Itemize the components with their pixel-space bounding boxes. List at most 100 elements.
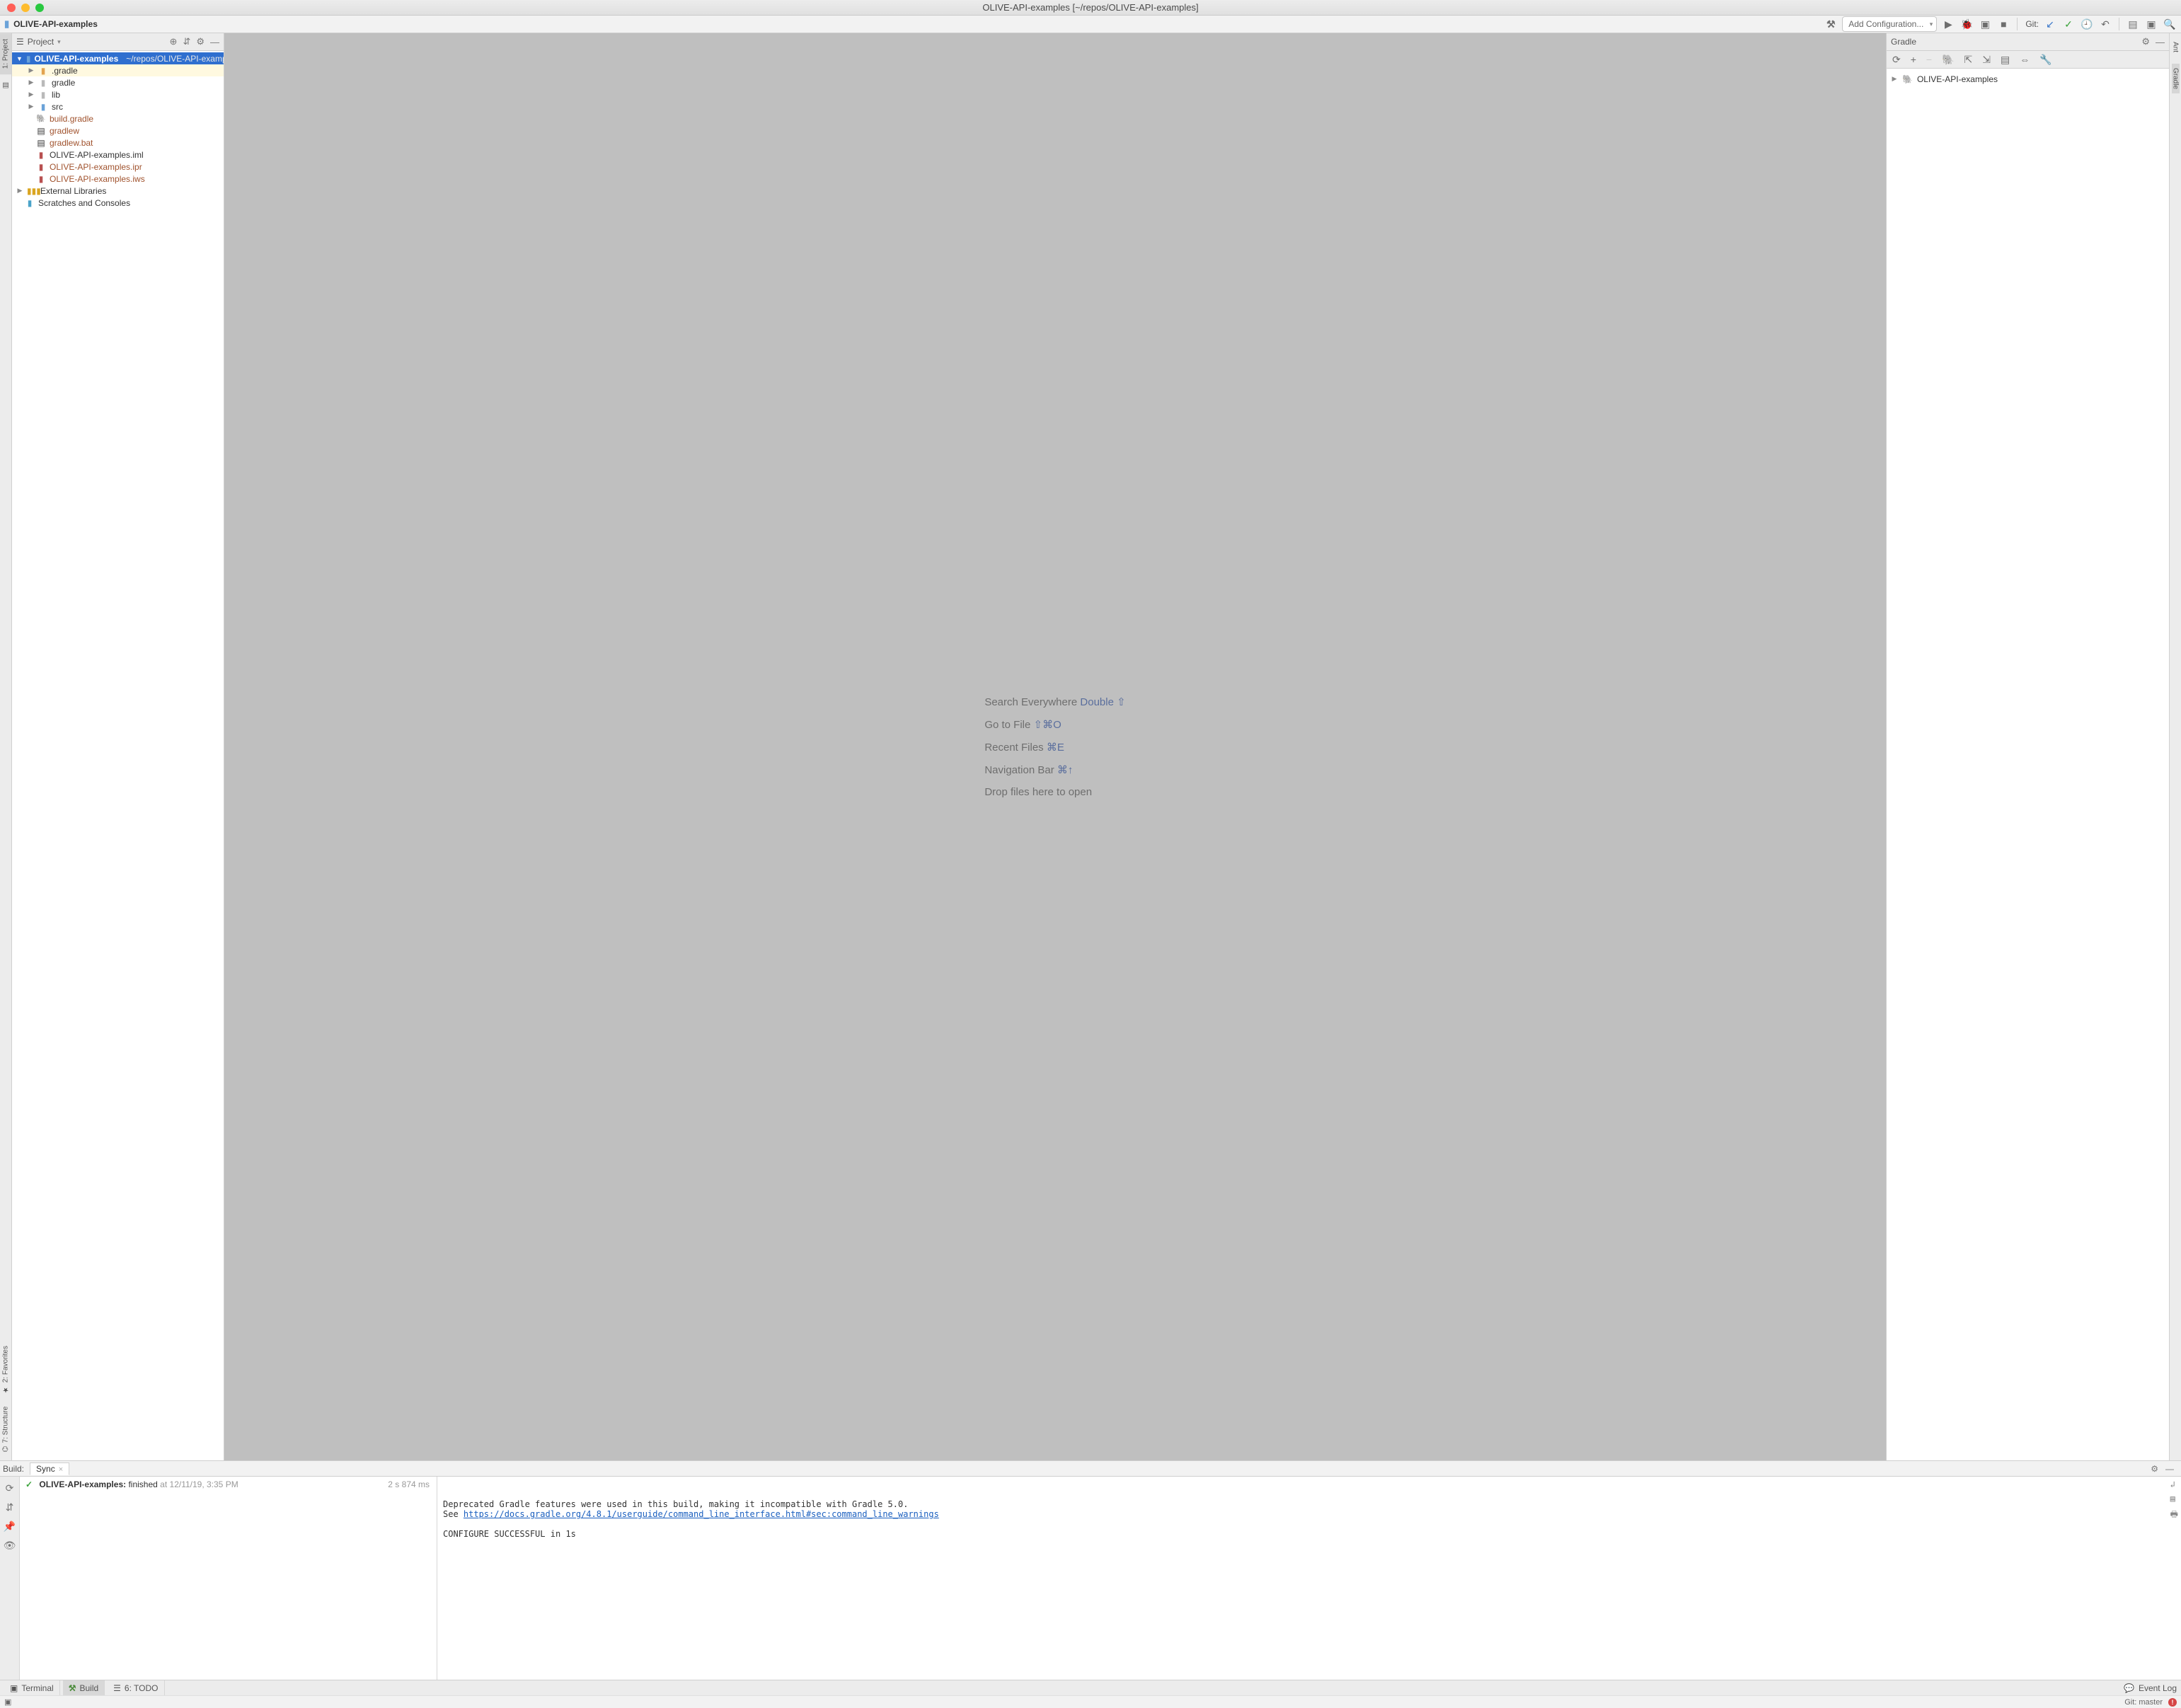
todo-icon: ☰ — [113, 1683, 121, 1693]
tool-window-gradle[interactable]: Gradle — [2172, 64, 2180, 93]
print-icon[interactable]: 🖶 — [2170, 1508, 2178, 1523]
ide-settings-icon[interactable]: ▣ — [2144, 17, 2158, 31]
scroll-to-end-icon[interactable]: ▤ — [2170, 1494, 2178, 1504]
wrench-icon[interactable]: 🔧 — [2039, 54, 2051, 66]
collapse-all-icon[interactable]: ⇲ — [1982, 54, 1991, 66]
gradle-elephant-icon[interactable]: 🐘 — [1942, 54, 1954, 66]
close-tab-icon[interactable]: × — [55, 1465, 63, 1474]
hide-panel-icon[interactable]: — — [2156, 37, 2165, 47]
project-tree[interactable]: ▼ ▮ OLIVE-API-examples ~/repos/OLIVE-API… — [12, 51, 224, 1460]
eye-icon[interactable]: 👁 — [4, 1540, 16, 1552]
filter-icon[interactable]: ⇵ — [6, 1501, 14, 1513]
tree-node-folder[interactable]: ▶ ▮ src — [12, 100, 224, 112]
coverage-button[interactable]: ▣ — [1978, 17, 1992, 31]
project-folder-icon: ▮ — [4, 18, 9, 30]
gear-icon[interactable]: ⚙ — [2141, 36, 2150, 47]
refresh-icon[interactable]: ⟳ — [1892, 54, 1901, 66]
tree-node-folder[interactable]: ▶ ▮ .gradle — [12, 64, 224, 76]
git-commit-icon[interactable]: ✓ — [2061, 17, 2076, 31]
gradle-docs-link[interactable]: https://docs.gradle.org/4.8.1/userguide/… — [464, 1509, 939, 1519]
terminal-icon: ▣ — [10, 1683, 18, 1693]
debug-button[interactable]: 🐞 — [1960, 17, 1974, 31]
stop-button[interactable]: ■ — [1996, 17, 2010, 31]
tree-node-file[interactable]: ▮ OLIVE-API-examples.ipr — [12, 161, 224, 173]
build-icon[interactable]: ⚒ — [1824, 17, 1838, 31]
tree-node-file[interactable]: ▤ gradlew — [12, 125, 224, 137]
build-label: Build: — [3, 1464, 24, 1474]
tool-window-ant[interactable]: Ant — [2172, 37, 2180, 57]
gradle-toolbar: ⟳ + − 🐘 ⇱ ⇲ ▤ ⇔ 🔧 — [1887, 51, 2169, 69]
window-title: OLIVE-API-examples [~/repos/OLIVE-API-ex… — [0, 2, 2181, 13]
soft-wrap-icon[interactable]: ↲ — [2170, 1479, 2178, 1489]
tool-window-terminal[interactable]: ▣ Terminal — [4, 1680, 60, 1696]
gradle-panel-title: Gradle — [1891, 37, 1916, 47]
scratches-icon: ▮ — [25, 198, 35, 208]
build-console[interactable]: ↲ ▤ 🖶 Deprecated Gradle features were us… — [437, 1477, 2181, 1680]
git-branch-indicator[interactable]: Git: master — [2124, 1698, 2163, 1707]
hide-panel-icon[interactable]: — — [2165, 1464, 2174, 1474]
hide-panel-icon[interactable]: — — [210, 37, 219, 47]
project-view-title[interactable]: Project — [28, 37, 54, 47]
offline-mode-icon[interactable]: ⇔ — [2020, 54, 2030, 65]
locate-icon[interactable]: ⊕ — [170, 36, 178, 47]
build-tab-sync[interactable]: Sync× — [30, 1462, 69, 1475]
tree-node-file[interactable]: ▤ gradlew.bat — [12, 137, 224, 149]
chevron-down-icon[interactable]: ▾ — [57, 38, 61, 46]
idea-file-icon: ▮ — [36, 150, 46, 160]
tree-node-scratches[interactable]: ▮ Scratches and Consoles — [12, 197, 224, 209]
run-configuration-dropdown[interactable]: Add Configuration... — [1842, 16, 1937, 32]
status-bar: ▣ Git: master ! — [0, 1695, 2181, 1708]
gradle-tool-window: Gradle ⚙ — ⟳ + − 🐘 ⇱ ⇲ ▤ ⇔ 🔧 ▶ 🐘 OLIVE-A… — [1886, 33, 2169, 1460]
editor-empty-area[interactable]: Search Everywhere Double ⇧ Go to File ⇧⌘… — [224, 33, 1886, 1460]
idea-file-icon: ▮ — [36, 174, 46, 184]
folder-icon: ▮ — [38, 66, 48, 76]
tool-window-todo[interactable]: ☰ 6: TODO — [108, 1680, 164, 1696]
tree-node-external-libs[interactable]: ▶ ▮▮▮ External Libraries — [12, 185, 224, 197]
build-side-gutter: ⟳ ⇵ 📌 👁 — [0, 1477, 20, 1680]
project-structure-icon[interactable]: ▤ — [2126, 17, 2140, 31]
editor-hints: Search Everywhere Double ⇧ Go to File ⇧⌘… — [984, 691, 1125, 803]
module-folder-icon: ▮ — [26, 54, 31, 64]
right-tool-strip: Ant Gradle — [2169, 33, 2181, 1460]
tree-node-root[interactable]: ▼ ▮ OLIVE-API-examples ~/repos/OLIVE-API… — [12, 52, 224, 64]
breadcrumb[interactable]: ▮ OLIVE-API-examples — [4, 18, 98, 30]
tree-node-folder[interactable]: ▶ ▮ gradle — [12, 76, 224, 88]
left-tool-strip: 1: Project ▤ ★2: Favorites ⌬7: Structure — [0, 33, 12, 1460]
gradle-root-node[interactable]: ▶ 🐘 OLIVE-API-examples — [1891, 73, 2165, 85]
gear-icon[interactable]: ⚙ — [196, 36, 205, 47]
git-label: Git: — [2025, 19, 2039, 29]
tree-node-file[interactable]: ▮ OLIVE-API-examples.iws — [12, 173, 224, 185]
tool-window-commander[interactable]: ▤ — [0, 76, 11, 95]
tool-window-project[interactable]: 1: Project — [0, 33, 11, 74]
expand-all-icon[interactable]: ⇱ — [1964, 54, 1973, 66]
tool-window-event-log[interactable]: Event Log — [2139, 1683, 2177, 1693]
tool-window-build[interactable]: ⚒ Build — [63, 1680, 105, 1696]
tool-windows-toggle-icon[interactable]: ▣ — [4, 1698, 11, 1707]
bottom-tool-bar: ▣ Terminal ⚒ Build ☰ 6: TODO 💬 Event Log — [0, 1680, 2181, 1695]
error-indicator-icon[interactable]: ! — [2168, 1698, 2177, 1707]
tree-node-file[interactable]: ▮ OLIVE-API-examples.iml — [12, 149, 224, 161]
tree-node-file[interactable]: 🐘 build.gradle — [12, 112, 224, 125]
tool-window-favorites[interactable]: ★2: Favorites — [0, 1340, 11, 1399]
remove-icon: − — [1926, 54, 1932, 65]
tree-node-folder[interactable]: ▶ ▮ lib — [12, 88, 224, 100]
build-icon: ⚒ — [69, 1683, 76, 1693]
gradle-tree[interactable]: ▶ 🐘 OLIVE-API-examples — [1887, 69, 2169, 1460]
search-everywhere-icon[interactable]: 🔍 — [2163, 17, 2177, 31]
project-view-icon: ☰ — [16, 37, 24, 47]
run-button[interactable]: ▶ — [1941, 17, 1955, 31]
gear-icon[interactable]: ⚙ — [2151, 1464, 2158, 1474]
breadcrumb-project: OLIVE-API-examples — [13, 19, 98, 29]
pin-icon[interactable]: 📌 — [4, 1521, 16, 1533]
add-icon[interactable]: + — [1911, 54, 1916, 65]
rerun-icon[interactable]: ⟳ — [6, 1482, 14, 1494]
collapse-all-icon[interactable]: ⇵ — [183, 36, 190, 47]
git-history-icon[interactable]: 🕘 — [2080, 17, 2094, 31]
build-task-list[interactable]: ✓ OLIVE-API-examples: finished at 12/11/… — [20, 1477, 437, 1680]
source-folder-icon: ▮ — [38, 102, 48, 112]
tool-window-structure[interactable]: ⌬7: Structure — [0, 1401, 11, 1458]
task-list-icon[interactable]: ▤ — [2001, 54, 2010, 66]
git-revert-icon[interactable]: ↶ — [2098, 17, 2112, 31]
git-update-icon[interactable]: ↙ — [2043, 17, 2057, 31]
idea-file-icon: ▮ — [36, 162, 46, 172]
